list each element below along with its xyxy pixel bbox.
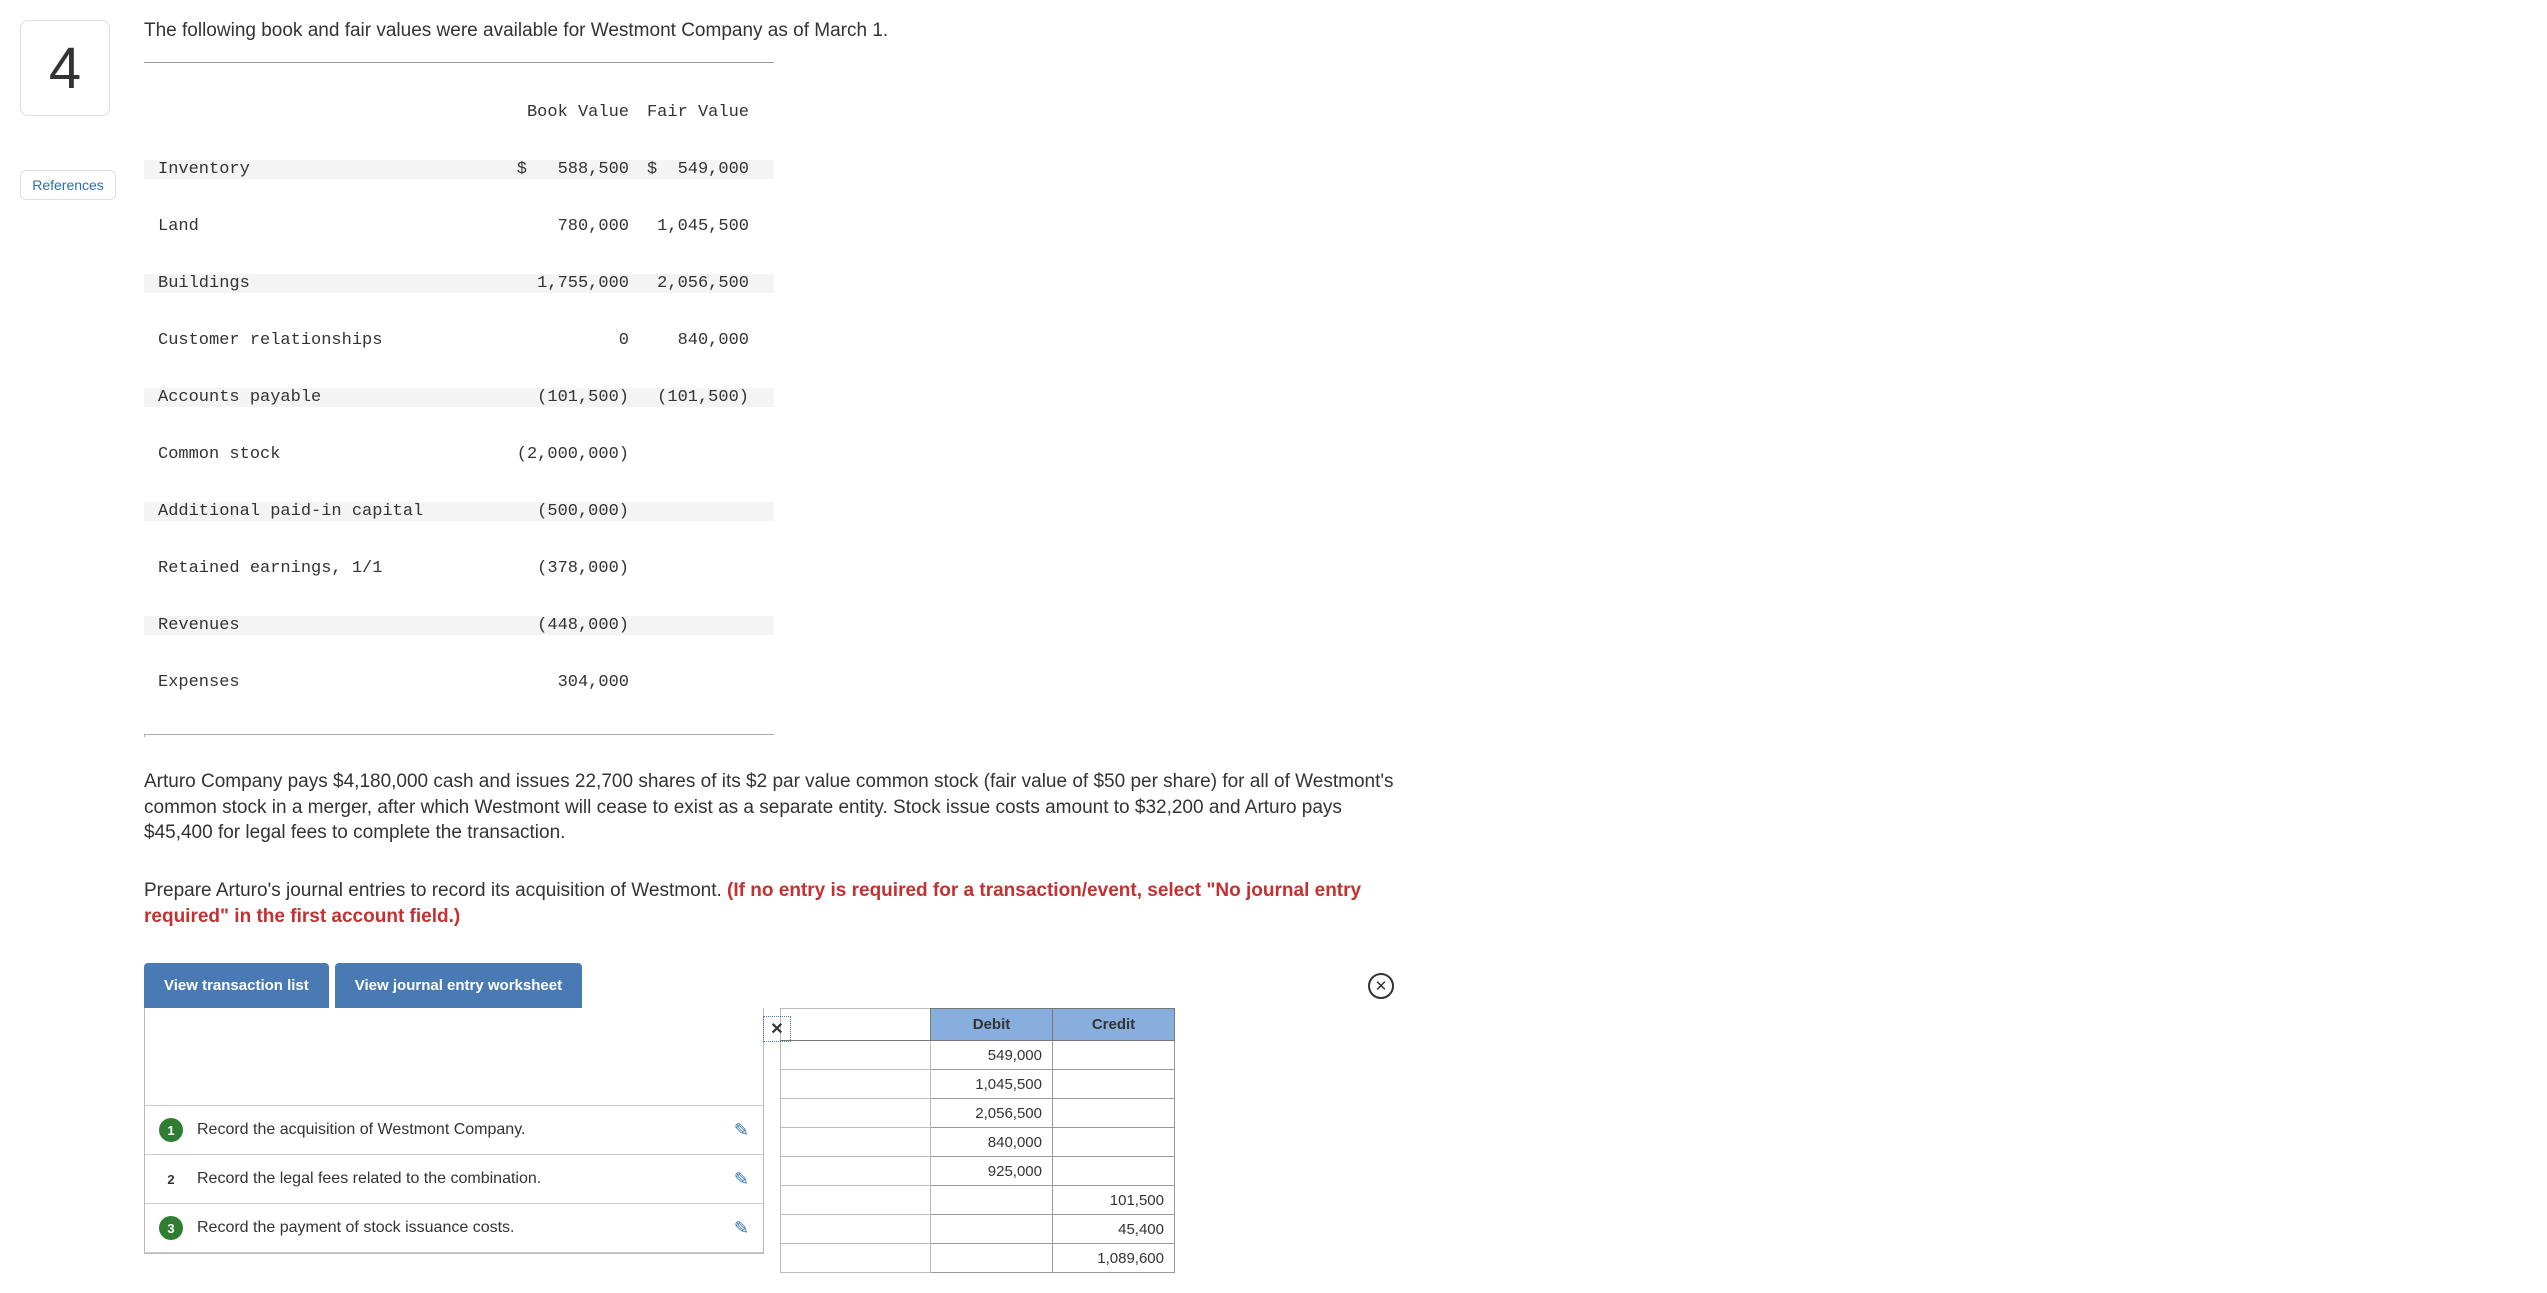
scenario-paragraph: Arturo Company pays $4,180,000 cash and … [144,769,1394,846]
drag-handle-icon[interactable]: ✕ [763,1016,791,1042]
credit-header: Credit [1053,1009,1175,1041]
account-cell[interactable] [781,1157,931,1186]
row-fv [629,673,759,692]
account-cell[interactable] [781,1244,931,1273]
transaction-text: Record the legal fees related to the com… [197,1170,734,1188]
debit-cell[interactable]: 549,000 [931,1041,1053,1070]
account-cell[interactable] [781,1041,931,1070]
debit-cell[interactable]: 1,045,500 [931,1070,1053,1099]
row-label: Customer relationships [144,331,484,350]
row-fv: (101,500) [629,388,759,407]
edit-icon[interactable]: ✎ [734,1218,749,1239]
debit-cell[interactable]: 2,056,500 [931,1099,1053,1128]
credit-cell[interactable]: 101,500 [1053,1186,1175,1215]
credit-cell[interactable]: 1,089,600 [1053,1244,1175,1273]
instruction-lead: Prepare Arturo's journal entries to reco… [144,880,727,901]
row-fv [629,616,759,635]
row-label: Expenses [144,673,484,692]
col-header-book-value: Book Value [484,103,629,122]
row-bv: (101,500) [484,388,629,407]
debit-cell[interactable]: 840,000 [931,1128,1053,1157]
credit-cell[interactable] [1053,1157,1175,1186]
credit-cell[interactable] [1053,1070,1175,1099]
row-fv: $ 549,000 [629,160,759,179]
debit-cell[interactable]: 925,000 [931,1157,1053,1186]
debit-cell[interactable] [931,1244,1053,1273]
row-bv: (448,000) [484,616,629,635]
credit-cell[interactable] [1053,1099,1175,1128]
transaction-row[interactable]: 3 Record the payment of stock issuance c… [145,1204,763,1253]
tab-view-transaction-list[interactable]: View transaction list [144,963,329,1008]
row-label: Additional paid-in capital [144,502,484,521]
row-bv: 0 [484,331,629,350]
tab-view-journal-entry-worksheet[interactable]: View journal entry worksheet [335,963,582,1008]
edit-icon[interactable]: ✎ [734,1120,749,1141]
row-label: Inventory [144,160,484,179]
row-label: Land [144,217,484,236]
account-cell[interactable] [781,1128,931,1157]
transaction-text: Record the acquisition of Westmont Compa… [197,1121,734,1139]
credit-cell[interactable]: 45,400 [1053,1215,1175,1244]
row-bv: 780,000 [484,217,629,236]
close-icon[interactable]: ✕ [1368,973,1394,999]
table-scroll-corner [144,734,774,737]
row-bv: 1,755,000 [484,274,629,293]
row-label: Revenues [144,616,484,635]
row-fv [629,502,759,521]
references-button[interactable]: References [20,170,116,200]
panel-header-blank: ✕ [145,1008,763,1106]
account-cell[interactable] [781,1186,931,1215]
transaction-row[interactable]: 1 Record the acquisition of Westmont Com… [145,1106,763,1155]
row-bv: (500,000) [484,502,629,521]
row-label: Accounts payable [144,388,484,407]
debit-credit-table: Debit Credit 549,000 1,045,500 2,056,500… [780,1008,1175,1273]
row-bv: (2,000,000) [484,445,629,464]
row-bv: 304,000 [484,673,629,692]
row-label: Common stock [144,445,484,464]
row-fv [629,445,759,464]
account-cell[interactable] [781,1215,931,1244]
row-label: Retained earnings, 1/1 [144,559,484,578]
row-bv: $ 588,500 [484,160,629,179]
debit-cell[interactable] [931,1186,1053,1215]
row-label: Buildings [144,274,484,293]
transaction-row[interactable]: 2 Record the legal fees related to the c… [145,1155,763,1204]
col-header-fair-value: Fair Value [629,103,759,122]
step-badge: 1 [159,1118,183,1142]
debit-header: Debit [931,1009,1053,1041]
transaction-text: Record the payment of stock issuance cos… [197,1219,734,1237]
question-number-badge: 4 [20,20,110,116]
row-fv: 1,045,500 [629,217,759,236]
step-badge: 2 [159,1167,183,1191]
credit-cell[interactable] [1053,1128,1175,1157]
edit-icon[interactable]: ✎ [734,1169,749,1190]
row-fv [629,559,759,578]
credit-cell[interactable] [1053,1041,1175,1070]
account-cell[interactable] [781,1070,931,1099]
row-bv: (378,000) [484,559,629,578]
row-fv: 2,056,500 [629,274,759,293]
blank-header [781,1009,931,1041]
step-badge: 3 [159,1216,183,1240]
book-fair-value-table: Book Value Fair Value Inventory$ 588,500… [144,62,774,730]
row-fv: 840,000 [629,331,759,350]
debit-cell[interactable] [931,1215,1053,1244]
instruction-paragraph: Prepare Arturo's journal entries to reco… [144,878,1394,929]
prompt-intro: The following book and fair values were … [144,20,1394,42]
transaction-list-panel: ✕ 1 Record the acquisition of Westmont C… [144,1008,764,1254]
account-cell[interactable] [781,1099,931,1128]
